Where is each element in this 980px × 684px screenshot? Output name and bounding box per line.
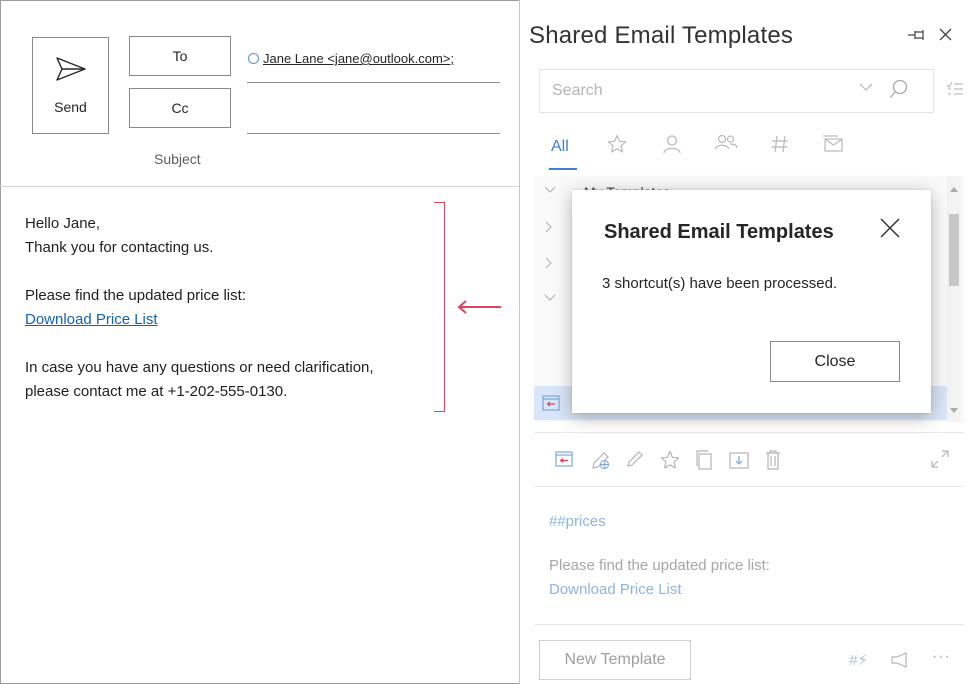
search-input[interactable] [552, 82, 832, 100]
cc-field[interactable] [247, 133, 500, 134]
send-label: Send [54, 99, 87, 115]
hashtag-icon[interactable] [770, 134, 790, 154]
divider [534, 486, 964, 487]
chevron-down-icon[interactable] [544, 293, 556, 303]
body-greeting: Hello Jane, [25, 215, 101, 232]
search-box[interactable] [539, 69, 934, 113]
pin-icon[interactable] [907, 29, 927, 41]
cc-button[interactable]: Cc [129, 88, 231, 128]
presence-icon [248, 53, 259, 64]
star-icon[interactable] [660, 450, 680, 470]
scroll-up-icon[interactable] [950, 186, 958, 192]
chevron-down-icon[interactable] [544, 185, 556, 195]
active-tab-indicator [549, 168, 577, 170]
expand-icon[interactable] [931, 450, 949, 468]
to-button[interactable]: To [129, 36, 231, 76]
download-price-list-link[interactable]: Download Price List [25, 308, 445, 332]
send-button[interactable]: Send [32, 37, 109, 134]
compose-header: Send To Cc Jane Lane <jane@outlook.com>;… [0, 0, 519, 187]
template-preview-text: Please find the updated price list: [549, 557, 770, 574]
highlight-bracket [434, 202, 445, 412]
move-to-folder-icon[interactable] [729, 450, 749, 470]
filter-list-icon[interactable] [946, 81, 964, 97]
recipient-chip[interactable]: Jane Lane <jane@outlook.com>; [248, 51, 454, 66]
notification-dialog: Shared Email Templates 3 shortcut(s) hav… [572, 190, 931, 413]
scrollbar-thumb[interactable] [949, 214, 959, 286]
body-line: Please find the updated price list: [25, 287, 246, 304]
more-options-icon[interactable]: ··· [932, 648, 951, 666]
chevron-right-icon[interactable] [544, 257, 554, 269]
body-line: please contact me at +1-202-555-0130. [25, 383, 288, 400]
left-arrow-icon [457, 300, 501, 314]
shortcut-hashtag-icon[interactable]: #⚡ [849, 651, 868, 669]
insert-template-icon [542, 395, 560, 411]
close-icon[interactable] [879, 217, 901, 239]
close-icon[interactable] [939, 28, 952, 41]
trash-icon[interactable] [765, 450, 781, 470]
shared-mail-icon[interactable] [822, 134, 844, 154]
template-shortcut: ##prices [549, 513, 606, 530]
body-line: Thank you for contacting us. [25, 239, 214, 256]
person-icon[interactable] [662, 134, 682, 154]
pencil-icon[interactable] [626, 450, 644, 468]
template-preview-link[interactable]: Download Price List [549, 581, 682, 598]
divider [534, 432, 964, 433]
chevron-down-icon[interactable] [859, 83, 873, 92]
recipient-name: Jane Lane <jane@outlook.com>; [263, 51, 454, 66]
insert-template-icon[interactable] [555, 450, 573, 468]
people-icon[interactable] [714, 134, 738, 152]
send-icon [56, 57, 86, 81]
chevron-right-icon[interactable] [544, 221, 554, 233]
body-line: In case you have any questions or need c… [25, 359, 374, 376]
close-button[interactable]: Close [770, 341, 900, 382]
megaphone-icon[interactable] [890, 652, 910, 668]
compose-pane: Send To Cc Jane Lane <jane@outlook.com>;… [0, 0, 520, 684]
new-template-button[interactable]: New Template [539, 640, 691, 680]
search-icon[interactable] [889, 79, 909, 99]
to-field[interactable] [247, 82, 500, 83]
tab-all[interactable]: All [551, 138, 569, 156]
dialog-message: 3 shortcut(s) have been processed. [602, 275, 838, 292]
dialog-title: Shared Email Templates [604, 221, 834, 243]
star-icon[interactable] [607, 134, 627, 154]
tree-scrollbar[interactable] [947, 176, 961, 422]
divider [534, 624, 964, 625]
scroll-down-icon[interactable] [950, 408, 958, 414]
message-body[interactable]: Hello Jane, Thank you for contacting us.… [25, 212, 445, 404]
copy-icon[interactable] [695, 450, 713, 470]
edit-shared-icon[interactable] [591, 450, 611, 470]
subject-label[interactable]: Subject [154, 151, 201, 167]
pane-title: Shared Email Templates [529, 22, 794, 49]
